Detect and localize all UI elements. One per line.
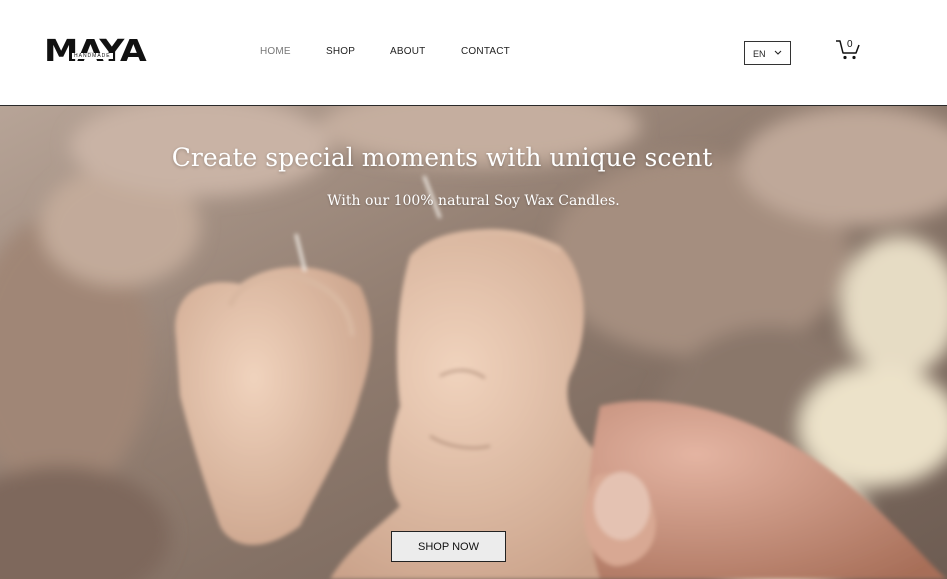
cart-count: 0 bbox=[847, 39, 853, 50]
nav-home[interactable]: HOME bbox=[260, 46, 291, 57]
logo-text: MAYA bbox=[44, 34, 147, 69]
hero-title: Create special moments with unique scent bbox=[171, 143, 713, 172]
nav-about[interactable]: ABOUT bbox=[390, 46, 425, 57]
chevron-down-icon bbox=[774, 50, 782, 55]
nav-shop[interactable]: SHOP bbox=[326, 46, 355, 57]
language-selector[interactable]: EN bbox=[744, 41, 791, 65]
logo-subtext: HANDMADE bbox=[72, 53, 113, 59]
site-header: MAYA HANDMADE HOME SHOP ABOUT CONTACT EN… bbox=[0, 0, 947, 106]
logo[interactable]: MAYA HANDMADE bbox=[44, 36, 148, 70]
hero-image bbox=[0, 106, 947, 579]
nav-contact[interactable]: CONTACT bbox=[461, 46, 510, 57]
cart-button[interactable]: 0 bbox=[834, 38, 862, 62]
hero-section: Create special moments with unique scent… bbox=[0, 106, 947, 579]
language-label: EN bbox=[753, 49, 766, 59]
hero-subtitle: With our 100% natural Soy Wax Candles. bbox=[327, 193, 620, 209]
shop-now-button[interactable]: SHOP NOW bbox=[391, 531, 506, 562]
